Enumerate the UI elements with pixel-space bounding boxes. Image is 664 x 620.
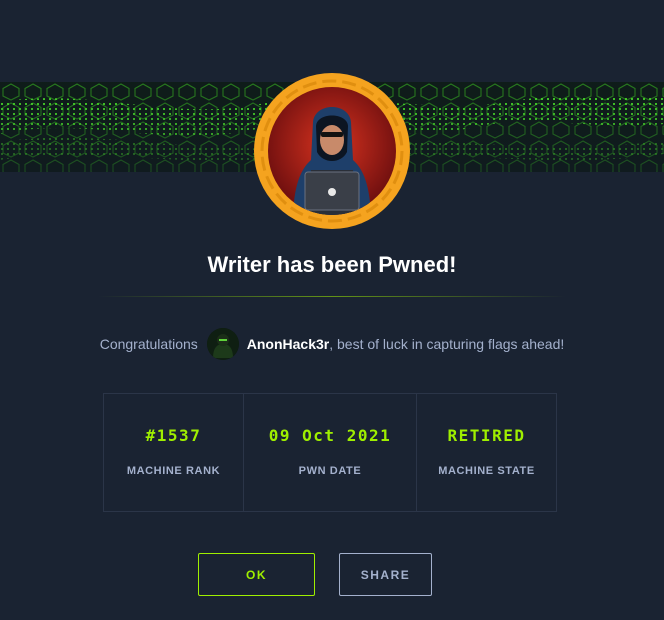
machine-avatar bbox=[253, 72, 411, 230]
divider bbox=[98, 296, 566, 297]
stat-label: MACHINE RANK bbox=[126, 465, 221, 477]
stat-value: RETIRED bbox=[447, 426, 526, 445]
stat-machine-state: RETIRED MACHINE STATE bbox=[416, 394, 556, 511]
congrats-suffix: , best of luck in capturing flags ahead! bbox=[329, 336, 565, 352]
stat-value: 09 Oct 2021 bbox=[268, 426, 392, 445]
stat-label: PWN DATE bbox=[298, 465, 362, 477]
stat-label: MACHINE STATE bbox=[438, 465, 535, 477]
username-link[interactable]: AnonHack3r bbox=[247, 336, 329, 352]
congratulations-message: Congratulations AnonHack3r , best of luc… bbox=[0, 327, 664, 361]
user-avatar-icon[interactable] bbox=[206, 328, 239, 360]
stat-machine-rank: #1537 MACHINE RANK bbox=[104, 394, 243, 511]
stat-pwn-date: 09 Oct 2021 PWN DATE bbox=[243, 394, 416, 511]
share-button[interactable]: SHARE bbox=[339, 553, 432, 596]
machine-stats: #1537 MACHINE RANK 09 Oct 2021 PWN DATE … bbox=[103, 393, 557, 512]
stat-value: #1537 bbox=[145, 426, 202, 445]
pwned-title: Writer has been Pwned! bbox=[207, 252, 457, 277]
ok-button[interactable]: OK bbox=[198, 553, 315, 596]
hooded-hacker-icon bbox=[254, 73, 410, 229]
congrats-prefix: Congratulations bbox=[99, 336, 198, 352]
